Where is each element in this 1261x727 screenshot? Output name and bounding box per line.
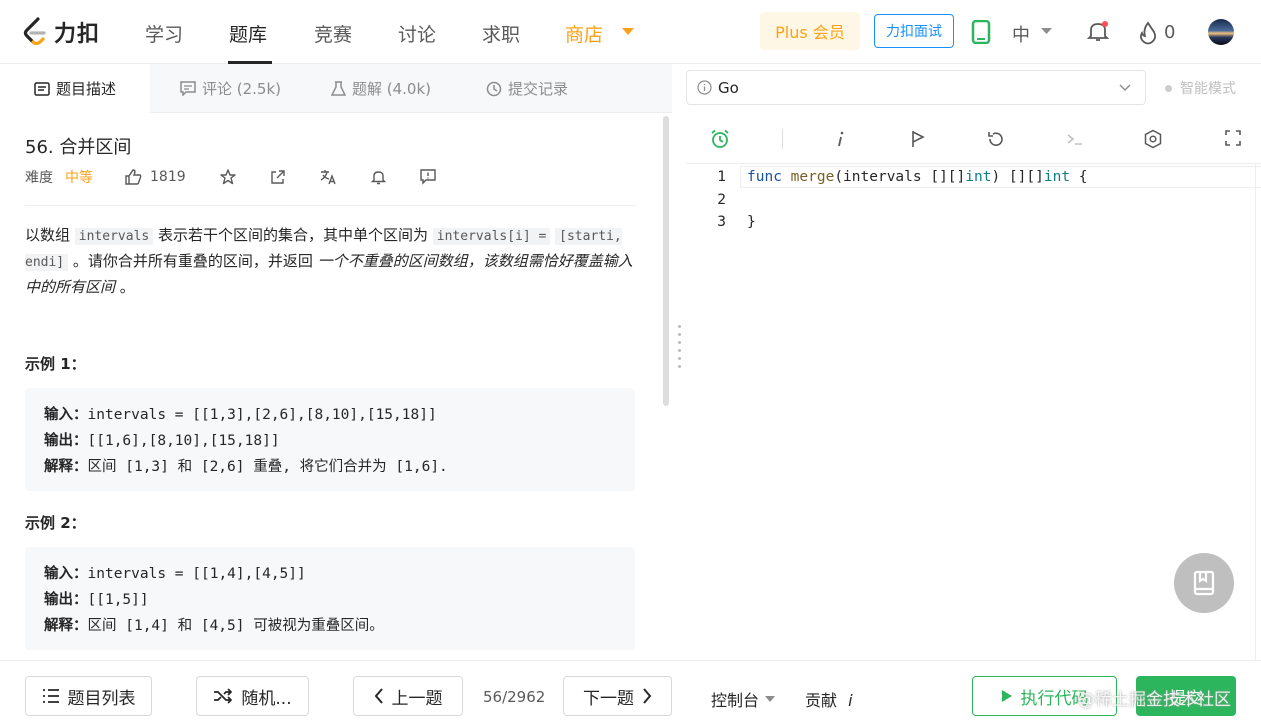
bottom-bar: 题目列表 随机... 上一题 56/2962 下一题 控制台 贡献 i 执行代码… xyxy=(0,660,1261,727)
logo-text: 力扣 xyxy=(54,22,101,47)
problem-description-panel: 56. 合并区间 难度 中等 1819 以数组 intervals 表示若干个区… xyxy=(0,113,672,660)
tab-solutions[interactable]: 题解 (4.0k) xyxy=(331,64,431,113)
example-2-title: 示例 2： xyxy=(25,514,86,532)
flask-icon xyxy=(331,80,346,96)
list-icon xyxy=(42,689,59,703)
problem-pager: 56/2962 xyxy=(483,688,546,706)
star-icon[interactable] xyxy=(219,169,236,185)
fullscreen-icon[interactable] xyxy=(1224,129,1242,147)
notebook-float-button[interactable] xyxy=(1174,553,1234,613)
tab-description[interactable]: 题目描述 xyxy=(0,64,150,113)
like-count: 1819 xyxy=(150,169,186,185)
shuffle-icon xyxy=(214,688,233,704)
shop-caret-down-icon[interactable] xyxy=(622,28,634,36)
nav-discuss[interactable]: 讨论 xyxy=(398,20,436,47)
example-1-box: 输入：intervals = [[1,3],[2,6],[8,10],[15,1… xyxy=(25,388,635,491)
language-switch[interactable]: 中 xyxy=(1012,21,1030,47)
terminal-icon[interactable] xyxy=(1066,129,1084,149)
caret-down-icon xyxy=(765,695,776,702)
prev-problem-button[interactable]: 上一题 xyxy=(353,676,463,716)
points-count: 0 xyxy=(1164,22,1176,43)
nav-problems[interactable]: 题库 xyxy=(229,20,267,47)
bell-subscribe-icon[interactable] xyxy=(370,169,386,185)
smart-mode-toggle[interactable]: 智能模式 xyxy=(1165,78,1236,98)
code-line: 2 xyxy=(717,192,726,208)
clock-icon xyxy=(486,81,502,96)
problem-description: 以数组 intervals 表示若干个区间的集合，其中单个区间为 interva… xyxy=(25,226,633,296)
description-icon xyxy=(34,81,50,96)
info-italic-icon[interactable] xyxy=(836,129,846,149)
info-icon xyxy=(697,80,712,95)
chevron-left-icon xyxy=(374,688,383,704)
language-select[interactable]: Go xyxy=(686,70,1146,105)
notebook-icon xyxy=(1193,570,1215,596)
toolbar-divider xyxy=(782,129,783,149)
nav-learn[interactable]: 学习 xyxy=(145,20,183,47)
code-line: 1 func merge(intervals [][]int) [][]int … xyxy=(717,169,1088,185)
contribute-button[interactable]: 贡献 i xyxy=(805,687,853,711)
panel-resize-handle[interactable] xyxy=(678,325,682,385)
feedback-icon[interactable] xyxy=(419,169,436,185)
play-flag-icon[interactable] xyxy=(910,129,926,149)
logo[interactable]: 力扣 xyxy=(22,14,100,50)
example-2-box: 输入：intervals = [[1,4],[4,5]] 输出：[[1,5]] … xyxy=(25,547,635,650)
tab-comments[interactable]: 评论 (2.5k) xyxy=(180,64,281,113)
contribute-info-icon: i xyxy=(848,691,853,710)
settings-gear-icon[interactable] xyxy=(1143,129,1163,149)
editor-toolbar xyxy=(686,115,1261,163)
fire-points-icon[interactable] xyxy=(1138,21,1158,45)
chevron-down-icon xyxy=(1119,84,1131,91)
reset-icon[interactable] xyxy=(986,129,1006,149)
description-scrollbar[interactable] xyxy=(663,116,669,406)
difficulty-label: 难度 xyxy=(25,170,53,186)
translate-icon[interactable] xyxy=(320,169,337,185)
watermark: @稀土掘金技术社区 xyxy=(1078,690,1231,710)
nav-shop[interactable]: 商店 xyxy=(565,20,603,47)
leetcode-logo-icon xyxy=(23,17,46,46)
lang-caret-down-icon[interactable] xyxy=(1041,28,1052,35)
console-toggle[interactable]: 控制台 xyxy=(711,687,776,711)
top-nav: 力扣 学习 题库 竞赛 讨论 求职 商店 Plus 会员 力扣面试 中 0 xyxy=(0,0,1261,64)
tab-submissions[interactable]: 提交记录 xyxy=(486,64,568,113)
code-line: 3 } xyxy=(717,214,756,230)
nav-jobs[interactable]: 求职 xyxy=(482,20,520,47)
problem-meta: 难度 中等 1819 xyxy=(25,167,436,187)
example-1-title: 示例 1： xyxy=(25,355,86,373)
difficulty-value: 中等 xyxy=(65,170,93,186)
problem-list-button[interactable]: 题目列表 xyxy=(25,676,152,716)
smart-mode-dot xyxy=(1165,84,1172,92)
play-icon xyxy=(1001,690,1012,702)
interview-button[interactable]: 力扣面试 xyxy=(874,14,954,48)
problem-title: 56. 合并区间 xyxy=(25,137,132,158)
chevron-right-icon xyxy=(643,688,652,704)
random-problem-button[interactable]: 随机... xyxy=(196,676,309,716)
user-avatar[interactable] xyxy=(1208,19,1234,45)
alarm-timer-icon[interactable] xyxy=(710,129,730,149)
mobile-app-icon[interactable] xyxy=(971,20,991,44)
share-icon[interactable] xyxy=(270,169,286,185)
nav-contest[interactable]: 竞赛 xyxy=(314,20,352,47)
plus-member-button[interactable]: Plus 会员 xyxy=(760,12,860,50)
editor-scrollbar[interactable] xyxy=(1255,164,1261,661)
notification-bell-icon[interactable] xyxy=(1086,19,1110,43)
comment-icon xyxy=(180,81,196,96)
problem-tab-bar: 题目描述 评论 (2.5k) 题解 (4.0k) 提交记录 xyxy=(0,64,672,113)
selected-language: Go xyxy=(718,78,739,97)
next-problem-button[interactable]: 下一题 xyxy=(563,676,672,716)
divider xyxy=(25,205,636,206)
thumbs-up-icon[interactable] xyxy=(125,169,142,185)
